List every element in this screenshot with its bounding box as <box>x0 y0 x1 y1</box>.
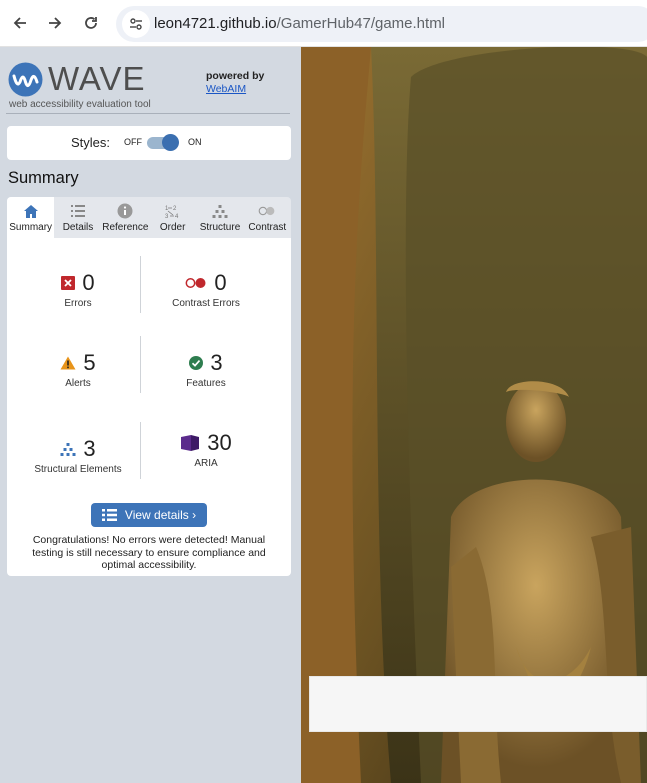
features-label: Features <box>186 378 226 389</box>
statue-image <box>301 47 647 783</box>
tab-contrast[interactable]: Contrast <box>244 197 291 238</box>
errors-count: 0 <box>82 270 95 295</box>
divider <box>6 113 290 114</box>
url-text: leon4721.github.io/GamerHub47/game.html <box>154 15 445 32</box>
webaim-link[interactable]: WebAIM <box>206 83 246 95</box>
alert-icon <box>60 356 76 370</box>
powered-by-label: powered by <box>206 70 265 82</box>
aria-label: ARIA <box>194 458 218 469</box>
tab-label: Reference <box>102 222 149 233</box>
alerts-count: 5 <box>83 350 96 375</box>
error-icon <box>61 276 76 290</box>
url-path: /GamerHub47/game.html <box>276 15 446 32</box>
tab-label: Order <box>159 222 186 233</box>
address-bar[interactable]: leon4721.github.io/GamerHub47/game.html <box>116 6 647 42</box>
stat-errors[interactable]: 0 Errors <box>13 270 143 309</box>
wave-tagline: web accessibility evaluation tool <box>9 99 151 110</box>
svg-text:2: 2 <box>173 206 177 212</box>
tune-icon <box>130 18 142 30</box>
feature-icon <box>189 356 204 370</box>
tab-label: Structure <box>199 222 241 233</box>
stat-contrast-errors[interactable]: 0 Contrast Errors <box>141 270 271 309</box>
stat-structural-elements[interactable]: 3 Structural Elements <box>13 436 143 475</box>
view-details-label: View details › <box>124 508 197 522</box>
features-count: 3 <box>210 350 223 375</box>
structural-count: 3 <box>83 436 96 461</box>
wave-tabs: Summary Details Reference 1234 Order Str… <box>7 197 291 238</box>
styles-toggle-knob[interactable] <box>162 134 179 151</box>
powered-by: powered by WebAIM <box>206 70 264 96</box>
stat-aria[interactable]: 30 ARIA <box>141 430 271 469</box>
arrow-left-icon <box>13 17 26 29</box>
svg-text:4: 4 <box>175 214 179 219</box>
info-icon <box>116 202 134 220</box>
structural-icon <box>60 442 76 456</box>
page-content-box <box>309 676 647 732</box>
home-icon <box>22 202 40 220</box>
back-button[interactable] <box>9 12 31 34</box>
arrow-right-icon <box>49 17 62 29</box>
contrast-errors-count: 0 <box>214 270 227 295</box>
structural-label: Structural Elements <box>34 464 122 475</box>
aria-count: 30 <box>207 430 232 455</box>
alerts-label: Alerts <box>65 378 91 389</box>
wave-logo: WAVE <box>8 60 146 98</box>
reload-icon <box>85 17 97 29</box>
aria-icon <box>181 435 200 451</box>
svg-text:3: 3 <box>165 214 169 219</box>
styles-off-label: OFF <box>124 137 142 147</box>
styles-label: Styles: <box>71 135 111 150</box>
wave-logo-icon <box>8 62 43 96</box>
tab-reference[interactable]: Reference <box>102 197 149 238</box>
congrats-message: Congratulations! No errors were detected… <box>32 534 266 571</box>
site-info-button[interactable] <box>122 10 150 38</box>
contrast-errors-label: Contrast Errors <box>172 298 240 309</box>
list-icon <box>101 509 117 521</box>
tab-order[interactable]: 1234 Order <box>149 197 196 238</box>
tab-details[interactable]: Details <box>54 197 101 238</box>
tab-structure[interactable]: Structure <box>196 197 243 238</box>
tab-label: Details <box>62 222 94 233</box>
wave-brand: WAVE <box>48 60 146 97</box>
styles-on-label: ON <box>188 137 202 147</box>
errors-label: Errors <box>64 298 92 309</box>
browser-toolbar: leon4721.github.io/GamerHub47/game.html <box>0 0 647 47</box>
stat-features[interactable]: 3 Features <box>141 350 271 389</box>
order-icon: 1234 <box>164 202 182 220</box>
view-details-button[interactable]: View details › <box>91 503 207 527</box>
forward-button[interactable] <box>44 12 66 34</box>
url-host: leon4721.github.io <box>154 15 277 32</box>
list-icon <box>69 202 87 220</box>
tab-label: Summary <box>9 222 53 233</box>
tab-summary[interactable]: Summary <box>7 197 55 238</box>
contrast-error-icon <box>185 278 206 288</box>
wave-sidebar: WAVE web accessibility evaluation tool p… <box>0 47 301 783</box>
page-background-image <box>301 47 647 783</box>
contrast-icon <box>258 202 276 220</box>
tab-label: Contrast <box>248 222 287 233</box>
summary-heading: Summary <box>8 169 79 187</box>
structure-icon <box>211 202 229 220</box>
reload-button[interactable] <box>80 12 102 34</box>
styles-toggle-card: Styles: OFF ON <box>7 126 291 160</box>
summary-panel: 0 Errors 0 Contrast Errors 5 Alerts 3 Fe… <box>7 238 291 576</box>
stat-alerts[interactable]: 5 Alerts <box>13 350 143 389</box>
